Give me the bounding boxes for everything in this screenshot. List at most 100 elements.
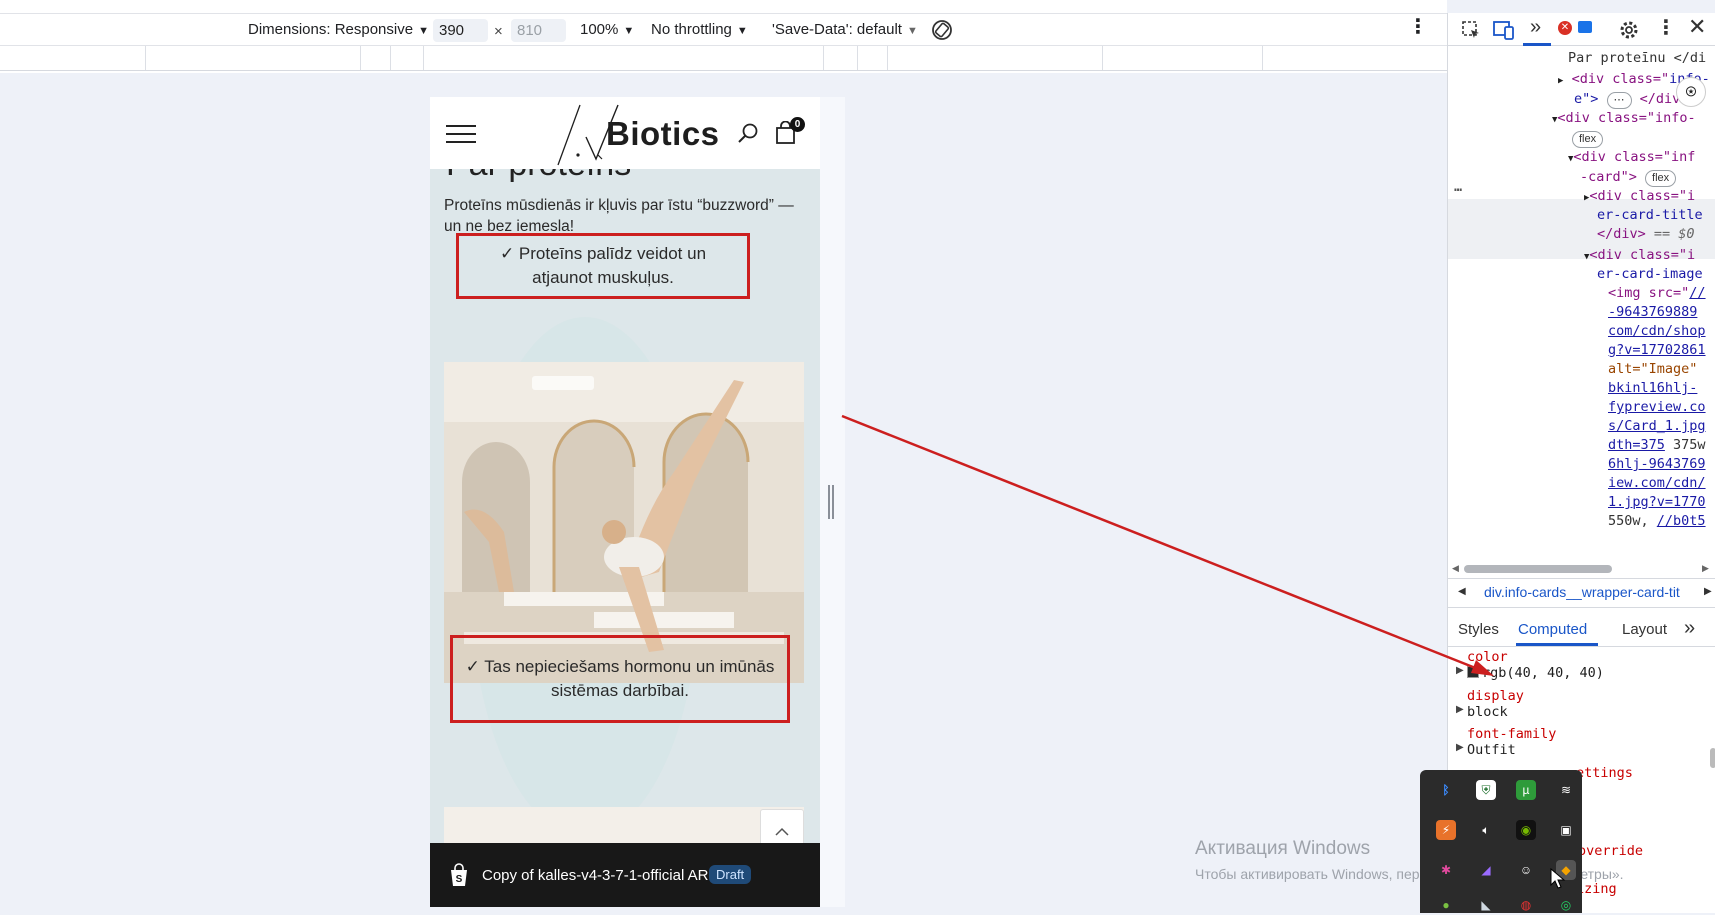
camera-icon[interactable]: ▣: [1556, 820, 1576, 840]
dom-line[interactable]: 550w, //b0t5: [1608, 511, 1706, 531]
shield-icon[interactable]: ⛨: [1476, 780, 1496, 800]
scrollbar-thumb[interactable]: [1464, 565, 1612, 573]
dom-link[interactable]: -9643769889: [1608, 302, 1697, 322]
breadcrumb-next-icon[interactable]: ▶: [1704, 586, 1712, 597]
shopify-preview-bar[interactable]: S Copy of kalles-v4-3-7-1-official AR Dr…: [430, 843, 820, 907]
dom-line[interactable]: alt="Image": [1608, 359, 1697, 379]
torrent-icon[interactable]: µ: [1516, 780, 1536, 800]
menu-icon[interactable]: [446, 125, 476, 143]
throttling-label: No throttling: [651, 21, 732, 38]
app-icon[interactable]: ◍: [1516, 895, 1536, 915]
computed-prop-name[interactable]: izing: [1576, 881, 1617, 897]
dom-line[interactable]: er-card-image: [1597, 264, 1703, 284]
gear-icon[interactable]: [1618, 19, 1640, 41]
computed-prop-value: Outfit: [1467, 742, 1516, 758]
system-tray-overflow: ᛒ ⛨ µ ≋ ⚡ 🔈︎ ◉ ▣ ✱ ◢ ☺ ◆ ● ◣ ◍ ◎: [1420, 770, 1582, 913]
more-options-icon[interactable]: ⋮: [1656, 15, 1676, 40]
info-card-title: ✓ Proteīns palīdz veidot un atjaunot mus…: [456, 233, 750, 299]
more-options-icon[interactable]: ⋮: [1408, 16, 1428, 38]
expand-icon[interactable]: ▶: [1456, 704, 1464, 715]
resize-handle[interactable]: [828, 485, 834, 519]
app-icon[interactable]: ✱: [1436, 860, 1456, 880]
message-icon[interactable]: [1578, 21, 1592, 33]
whatsapp-icon[interactable]: ◎: [1556, 895, 1576, 915]
accessibility-icon[interactable]: ⍟: [1676, 77, 1706, 107]
dom-line[interactable]: -card"> flex: [1580, 167, 1677, 187]
color-swatch[interactable]: [1467, 666, 1479, 678]
computed-prop-value: block: [1467, 704, 1508, 720]
breadcrumb-prev-icon[interactable]: ◀: [1458, 586, 1466, 597]
app-icon[interactable]: ⚡: [1436, 820, 1456, 840]
bluetooth-icon[interactable]: ᛒ: [1436, 780, 1456, 800]
tab-layout[interactable]: Layout: [1622, 621, 1667, 638]
draft-badge: Draft: [709, 865, 752, 884]
wireless-icon[interactable]: ≋: [1556, 780, 1576, 800]
info-card-title-text: ✓ Tas nepieciešams hormonu un imūnās sis…: [465, 657, 775, 700]
app-icon[interactable]: ◢: [1476, 860, 1496, 880]
dom-link[interactable]: g?v=17702861: [1608, 340, 1706, 360]
expand-icon[interactable]: ▶: [1456, 742, 1464, 753]
nvidia-icon[interactable]: ◉: [1516, 820, 1536, 840]
active-tab-indicator: [1523, 43, 1551, 46]
dimensions-label: Dimensions: Responsive: [248, 21, 414, 38]
logo-text: Biotics: [606, 115, 720, 152]
discord-icon[interactable]: ☺: [1516, 860, 1536, 880]
tab-computed[interactable]: Computed: [1518, 621, 1587, 638]
dom-line[interactable]: <img src="//: [1608, 283, 1706, 303]
vertical-scrollbar[interactable]: [1710, 748, 1715, 768]
rotate-icon[interactable]: [930, 18, 954, 40]
info-card-title: ✓ Tas nepieciešams hormonu un imūnās sis…: [450, 635, 790, 723]
close-icon[interactable]: ✕: [1688, 14, 1706, 40]
dom-line-selected[interactable]: </div> == $0: [1597, 224, 1695, 244]
zoom-dropdown[interactable]: 100% ▼: [580, 19, 634, 41]
dom-link[interactable]: iew.com/cdn/: [1608, 473, 1706, 493]
caret-down-icon: ▼: [623, 25, 635, 37]
dom-link[interactable]: 6hlj-9643769: [1608, 454, 1706, 474]
app-icon[interactable]: ◣: [1476, 895, 1496, 915]
dom-link[interactable]: s/Card_1.jpg: [1608, 416, 1706, 436]
shopify-bag-icon: S: [451, 863, 467, 886]
dom-line[interactable]: dth=375 375w: [1608, 435, 1706, 455]
inspect-element-icon[interactable]: [1460, 19, 1482, 41]
expand-icon[interactable]: ▶: [1456, 665, 1464, 676]
more-tabs-icon[interactable]: »: [1530, 16, 1541, 39]
search-icon[interactable]: [737, 122, 759, 144]
breadcrumb[interactable]: div.info-cards__wrapper-card-tit: [1484, 584, 1680, 600]
flex-badge[interactable]: flex: [1572, 128, 1604, 148]
computed-prop-name[interactable]: color: [1467, 649, 1508, 665]
dom-line-selected[interactable]: er-card-title: [1597, 205, 1703, 225]
breadcrumb-bar: ◀ div.info-cards__wrapper-card-tit ▶: [1448, 578, 1715, 608]
computed-prop-name[interactable]: font-family: [1467, 726, 1556, 742]
app-icon[interactable]: ●: [1436, 895, 1456, 915]
caret-down-icon: ▼: [906, 25, 918, 37]
horizontal-scrollbar[interactable]: ◀ ▶: [1448, 562, 1715, 576]
dom-link[interactable]: bkinl16hlj-: [1608, 378, 1697, 398]
error-icon[interactable]: ✕: [1558, 21, 1572, 35]
width-input[interactable]: 390: [433, 19, 488, 42]
height-input[interactable]: 810: [511, 19, 566, 42]
cart-count-badge: 0: [790, 117, 805, 132]
node-actions-icon[interactable]: ⋯: [1454, 180, 1462, 200]
throttling-dropdown[interactable]: No throttling ▼: [651, 19, 748, 41]
caret-down-icon: ▼: [418, 25, 429, 37]
dom-link[interactable]: 1.jpg?v=1770: [1608, 492, 1706, 512]
volume-icon[interactable]: 🔈︎: [1476, 820, 1496, 840]
tab-styles[interactable]: Styles: [1458, 621, 1499, 638]
device-viewport: Par proteīns Biotics 0 Proteīns mūsdienā…: [430, 97, 820, 907]
dom-line[interactable]: e"> ⋯ </div>: [1574, 89, 1688, 109]
computed-prop-name[interactable]: ettings: [1576, 765, 1633, 781]
site-header: Biotics 0: [430, 97, 820, 169]
dom-line[interactable]: ▼<div class="inf: [1568, 147, 1695, 169]
svg-text:S: S: [456, 874, 463, 885]
more-tabs-icon[interactable]: »: [1684, 617, 1695, 640]
dom-link[interactable]: com/cdn/shop: [1608, 321, 1706, 341]
computed-prop-name[interactable]: display: [1467, 688, 1524, 704]
info-card-title-text: ✓ Proteīns palīdz veidot un atjaunot mus…: [499, 244, 707, 287]
dom-line[interactable]: ▼<div class="info-: [1552, 108, 1696, 130]
computed-prop-value: rgb(40, 40, 40): [1482, 665, 1604, 681]
dom-line[interactable]: Par proteīnu </di: [1568, 48, 1706, 68]
dimensions-dropdown[interactable]: Dimensions: Responsive ▼: [248, 19, 429, 41]
save-data-dropdown[interactable]: 'Save-Data': default ▼: [772, 19, 918, 41]
dom-link[interactable]: fypreview.co: [1608, 397, 1706, 417]
device-toolbar-icon[interactable]: [1492, 19, 1516, 41]
